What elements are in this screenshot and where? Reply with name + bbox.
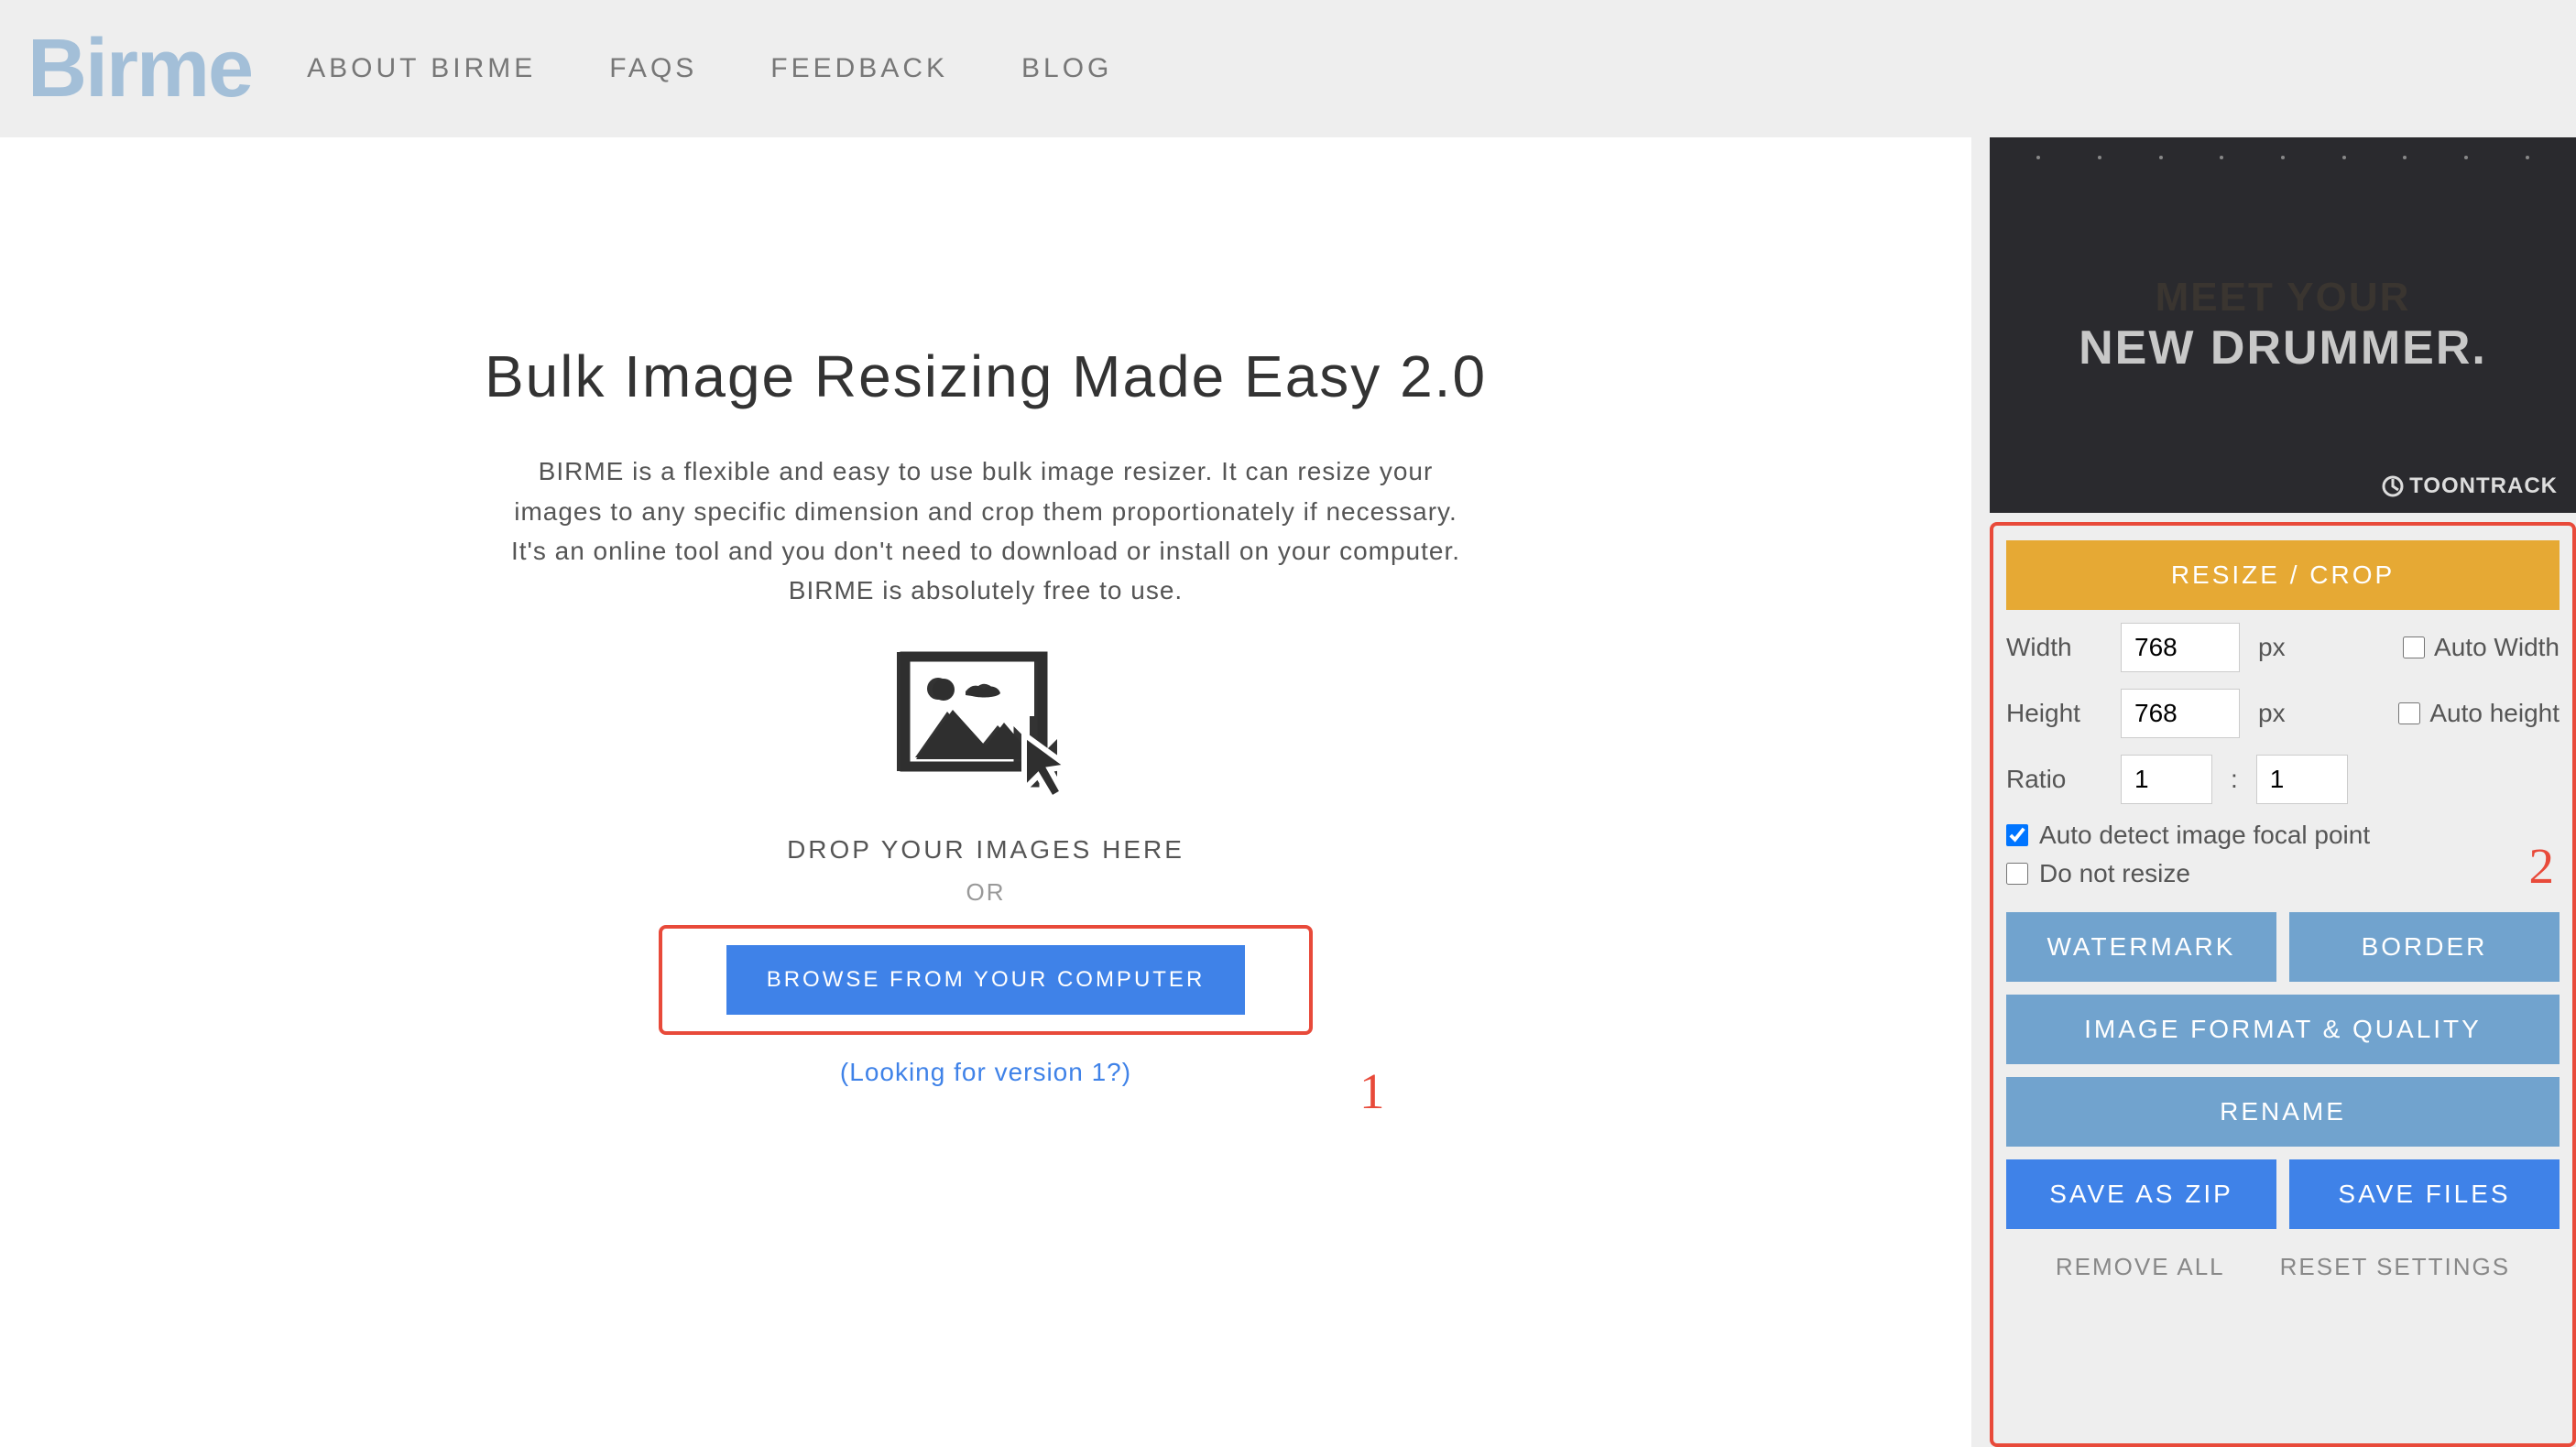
- ratio-b-input[interactable]: [2256, 755, 2348, 804]
- image-drop-icon: [892, 647, 1079, 808]
- image-format-section-button[interactable]: IMAGE FORMAT & QUALITY: [2006, 995, 2560, 1064]
- height-unit: px: [2258, 699, 2298, 728]
- header: Birme ABOUT BIRME FAQS FEEDBACK BLOG: [0, 0, 2576, 137]
- nav-blog[interactable]: BLOG: [1021, 53, 1112, 84]
- toontrack-icon: [2382, 475, 2404, 497]
- border-section-button[interactable]: BORDER: [2289, 912, 2560, 982]
- annotation-2: 2: [2529, 837, 2555, 895]
- do-not-resize-checkbox[interactable]: [2006, 863, 2028, 885]
- or-text: OR: [966, 878, 1006, 907]
- page-title: Bulk Image Resizing Made Easy 2.0: [485, 339, 1487, 415]
- auto-width-checkbox[interactable]: [2403, 636, 2425, 658]
- main-area[interactable]: Bulk Image Resizing Made Easy 2.0 BIRME …: [0, 137, 1971, 1447]
- do-not-resize-label: Do not resize: [2039, 859, 2190, 888]
- ad-line1: MEET YOUR: [2156, 275, 2411, 321]
- auto-focal-label: Auto detect image focal point: [2039, 821, 2370, 850]
- ratio-a-input[interactable]: [2121, 755, 2212, 804]
- nav: ABOUT BIRME FAQS FEEDBACK BLOG: [307, 53, 1112, 84]
- save-as-zip-button[interactable]: SAVE AS ZIP: [2006, 1159, 2276, 1229]
- auto-focal-row: Auto detect image focal point: [2006, 821, 2560, 850]
- reset-settings-button[interactable]: RESET SETTINGS: [2280, 1253, 2510, 1281]
- save-files-button[interactable]: SAVE FILES: [2289, 1159, 2560, 1229]
- resize-crop-section-button[interactable]: RESIZE / CROP: [2006, 540, 2560, 610]
- watermark-section-button[interactable]: WATERMARK: [2006, 912, 2276, 982]
- nav-feedback[interactable]: FEEDBACK: [770, 53, 948, 84]
- browse-button[interactable]: BROWSE FROM YOUR COMPUTER: [726, 945, 1246, 1015]
- width-input[interactable]: [2121, 623, 2240, 672]
- height-label: Height: [2006, 699, 2102, 728]
- page-description: BIRME is a flexible and easy to use bulk…: [500, 452, 1471, 611]
- settings-panel: 2 RESIZE / CROP Width px Auto Width Heig…: [1990, 522, 2576, 1447]
- ad-line2: NEW DRUMMER.: [2079, 321, 2487, 375]
- auto-height-checkbox[interactable]: [2398, 702, 2420, 724]
- auto-width-label: Auto Width: [2434, 633, 2560, 662]
- rename-section-button[interactable]: RENAME: [2006, 1077, 2560, 1147]
- browse-highlight-box: BROWSE FROM YOUR COMPUTER: [659, 925, 1314, 1035]
- ratio-colon: :: [2231, 765, 2238, 794]
- height-input[interactable]: [2121, 689, 2240, 738]
- do-not-resize-row: Do not resize: [2006, 859, 2560, 888]
- ratio-row: Ratio :: [2006, 755, 2560, 804]
- ad-dots: [1990, 156, 2576, 183]
- annotation-1: 1: [1359, 1062, 1385, 1120]
- nav-faqs[interactable]: FAQS: [609, 53, 697, 84]
- content: Bulk Image Resizing Made Easy 2.0 BIRME …: [0, 137, 2576, 1447]
- logo[interactable]: Birme: [27, 22, 252, 116]
- nav-about[interactable]: ABOUT BIRME: [307, 53, 536, 84]
- drop-text: DROP YOUR IMAGES HERE: [787, 835, 1184, 865]
- auto-height-label: Auto height: [2429, 699, 2560, 728]
- width-unit: px: [2258, 633, 2298, 662]
- ad-brand: TOONTRACK: [2382, 473, 2558, 499]
- width-row: Width px Auto Width: [2006, 623, 2560, 672]
- ratio-label: Ratio: [2006, 765, 2102, 794]
- height-row: Height px Auto height: [2006, 689, 2560, 738]
- remove-all-button[interactable]: REMOVE ALL: [2056, 1253, 2225, 1281]
- right-column: MEET YOUR NEW DRUMMER. TOONTRACK 2 RESIZ…: [1990, 137, 2576, 1447]
- auto-focal-checkbox[interactable]: [2006, 824, 2028, 846]
- advertisement[interactable]: MEET YOUR NEW DRUMMER. TOONTRACK: [1990, 137, 2576, 513]
- width-label: Width: [2006, 633, 2102, 662]
- version-1-link[interactable]: (Looking for version 1?): [840, 1058, 1131, 1087]
